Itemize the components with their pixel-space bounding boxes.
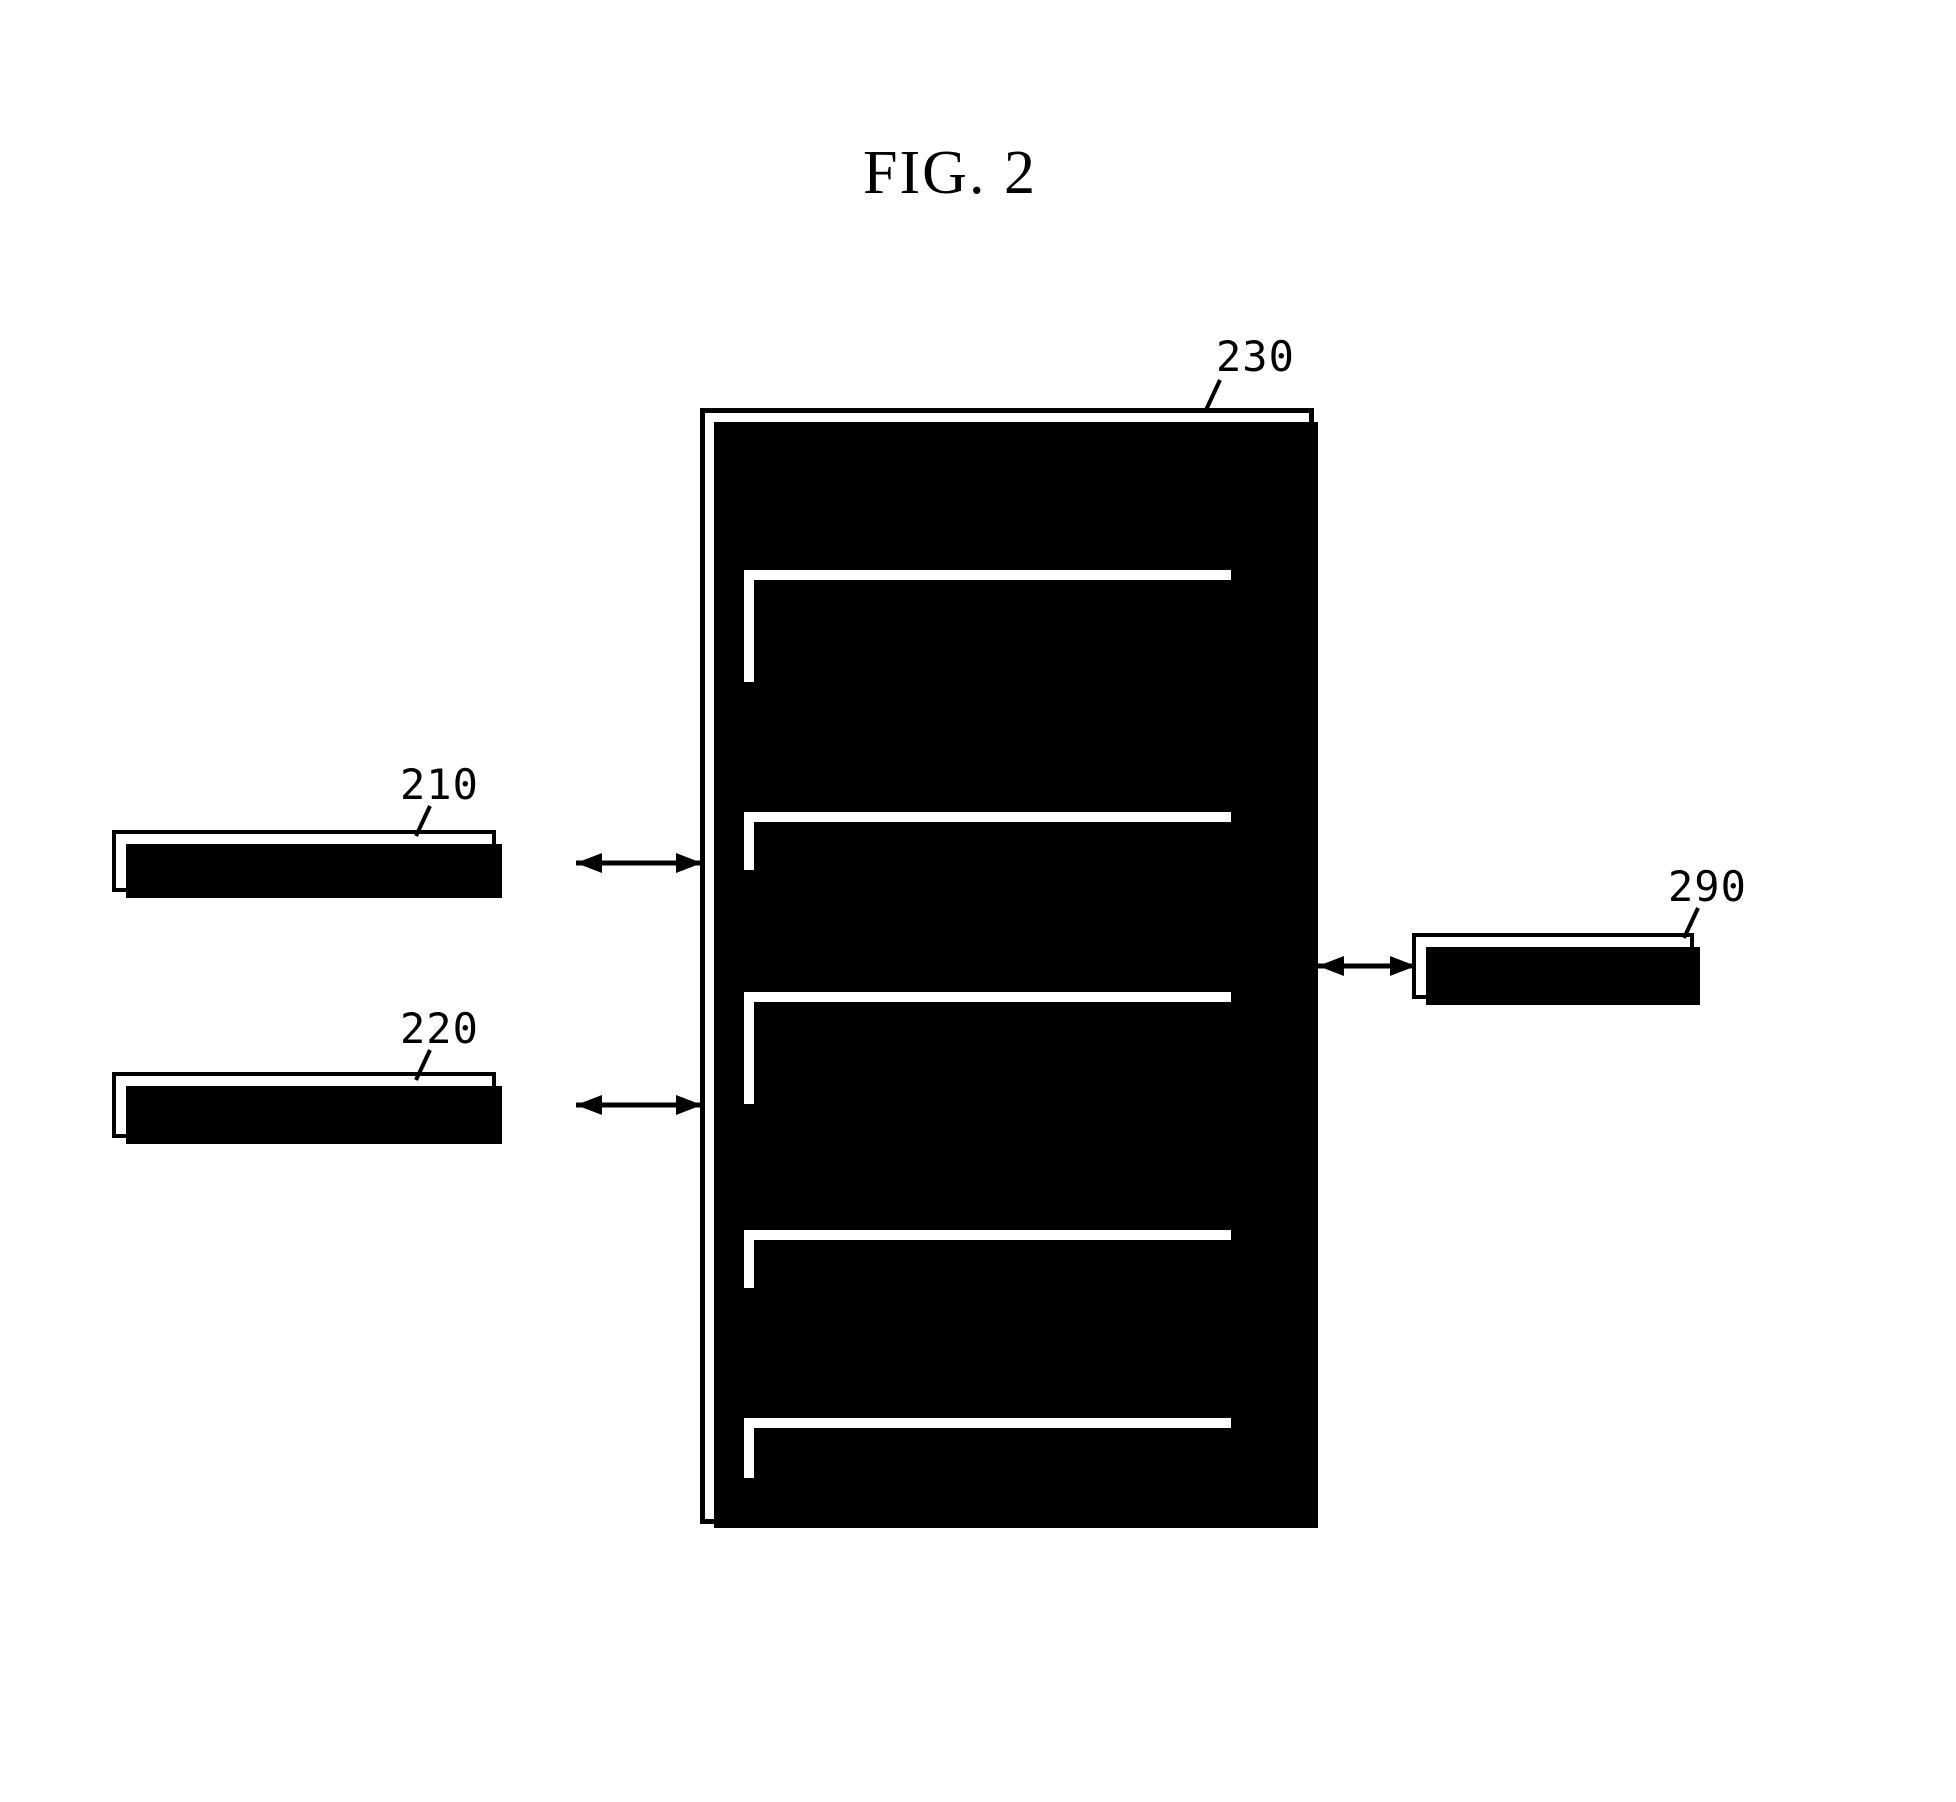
reference-number-220: 220: [400, 1004, 479, 1053]
module-label: PIN CALIBRATOR: [835, 1427, 1140, 1469]
reference-number-210: 210: [400, 760, 479, 809]
leader-line-250: [1200, 775, 1218, 811]
reference-number-240: 240: [1190, 490, 1269, 539]
reference-number-230: 230: [1216, 332, 1295, 381]
reference-number-280: 280: [1190, 1336, 1269, 1385]
module-label: DISTANCE AF DETECTOR: [770, 820, 1205, 862]
figure-title: FIG. 2: [863, 139, 1037, 207]
leader-line-210: [414, 805, 432, 837]
module-pin-calibrator[interactable]: PIN CALIBRATOR: [740, 1414, 1241, 1488]
leader-line-270: [1200, 1193, 1218, 1229]
reference-number-260: 260: [1190, 910, 1269, 959]
reference-number-270: 270: [1190, 1148, 1269, 1197]
reference-number-290: 290: [1668, 862, 1747, 911]
module-label: ERROR DETECTOR: [835, 1238, 1140, 1280]
reference-number-250: 250: [1190, 730, 1269, 779]
controller-label: CONTROLLER: [756, 440, 1007, 486]
module-self-correction-mode-driver[interactable]: SELF-CORRECTION MODE DRIVER: [740, 566, 1241, 692]
module-label: SELF-CORRECTION MODE DRIVER: [824, 583, 1151, 669]
controller-label-underline: [752, 496, 1020, 506]
connector-distance-sensor-controller: [576, 1095, 702, 1115]
leader-line-220: [414, 1049, 432, 1081]
block-memory[interactable]: MEMORY: [1412, 933, 1700, 1005]
module-error-detector[interactable]: ERROR DETECTOR: [740, 1226, 1241, 1298]
module-contrast-af-detector[interactable]: CONTRAST AF DETECTOR: [740, 988, 1241, 1114]
leader-line-280: [1200, 1381, 1218, 1417]
leader-line-240: [1200, 535, 1218, 569]
block-label: MEMORY: [1487, 945, 1619, 987]
connector-lens-controller: [576, 853, 702, 873]
module-distance-af-detector[interactable]: DISTANCE AF DETECTOR: [740, 808, 1241, 880]
module-label: CONTRAST AF DETECTOR: [868, 1005, 1107, 1091]
leader-line-260: [1200, 955, 1218, 991]
leader-line-290: [1682, 907, 1700, 939]
leader-line-230: [1204, 379, 1222, 411]
figure-canvas: FIG. 2 CONTROLLER 230 SELF-CORRECTION MO…: [0, 0, 1956, 1802]
connector-controller-memory: [1318, 956, 1416, 976]
